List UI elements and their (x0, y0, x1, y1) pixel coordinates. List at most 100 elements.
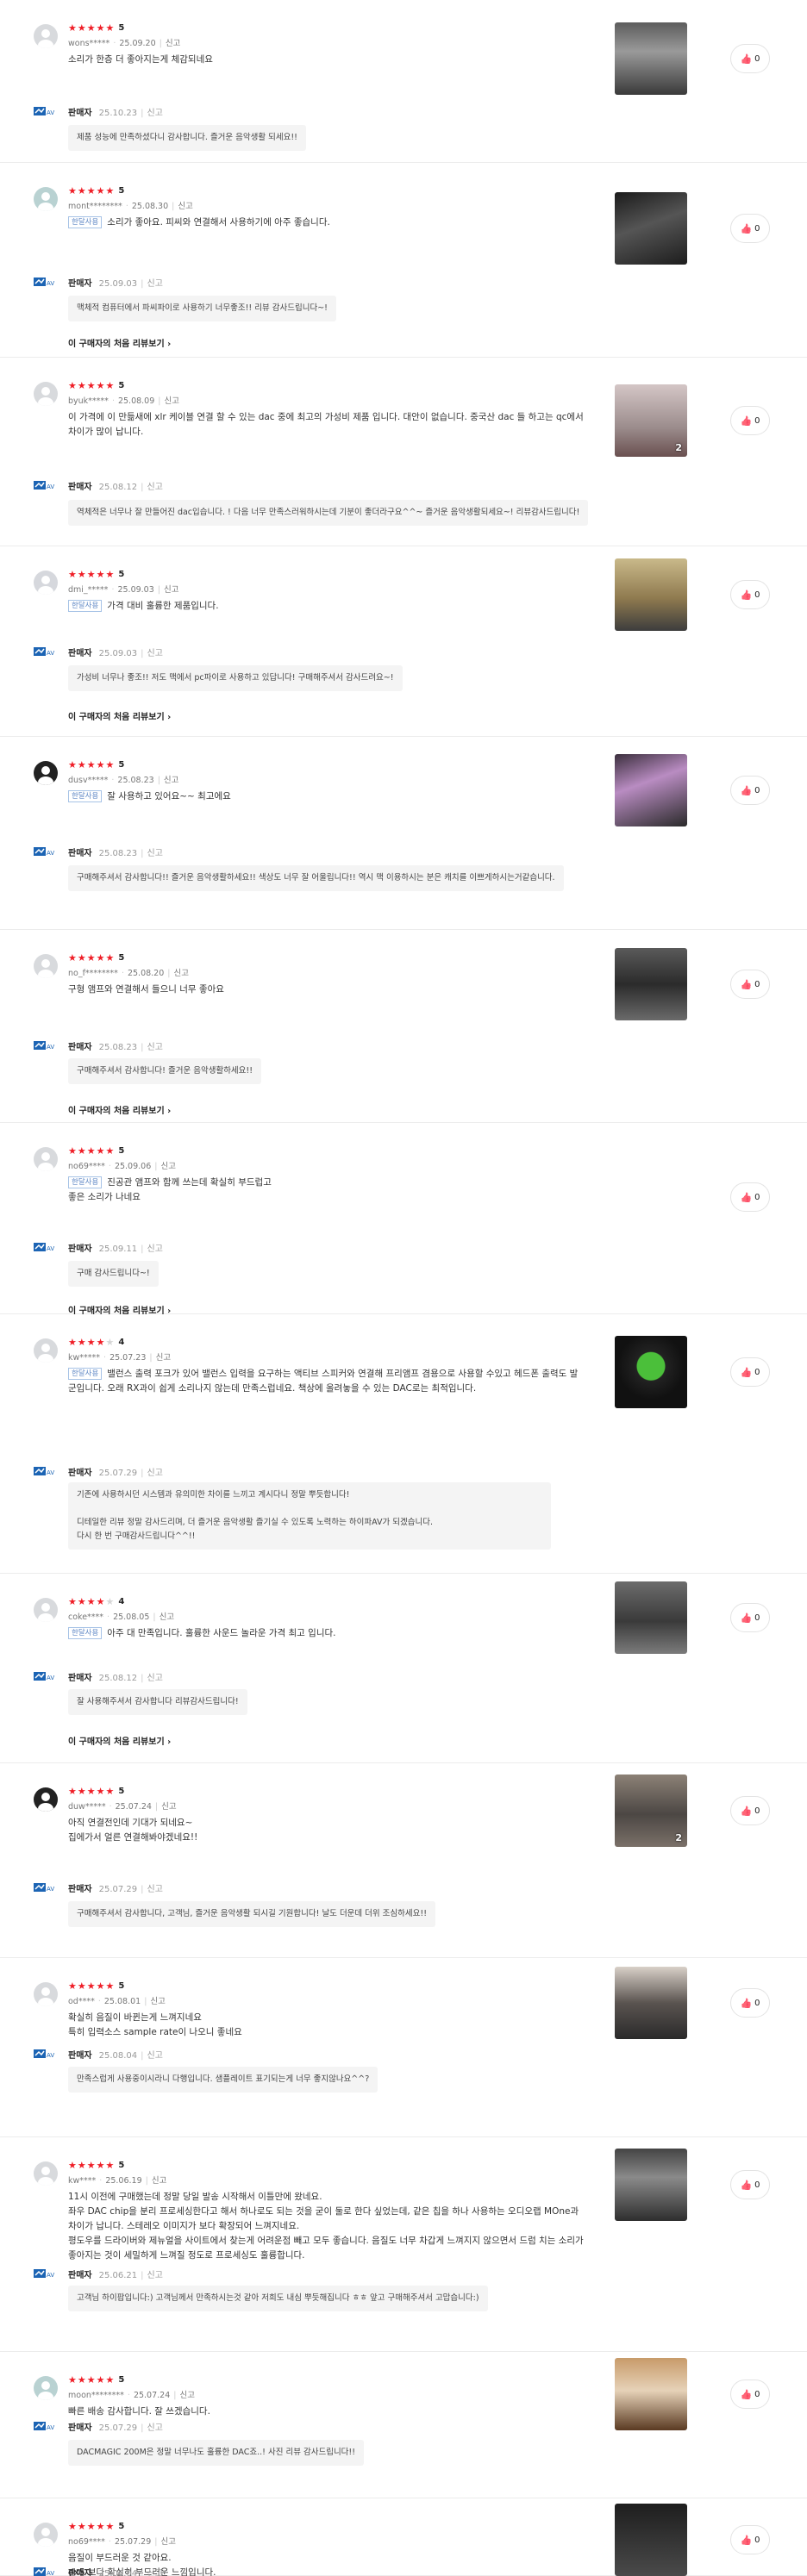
review-photo[interactable] (615, 754, 687, 826)
review-photo[interactable] (615, 22, 687, 95)
report-link[interactable]: 신고 (161, 1802, 176, 1812)
report-link[interactable]: 신고 (147, 2569, 163, 2576)
star-icon: ★ (77, 1980, 86, 1992)
report-link[interactable]: 신고 (179, 2391, 194, 2400)
report-link[interactable]: 신고 (164, 776, 178, 785)
report-link[interactable]: 신고 (147, 2423, 163, 2433)
review-photo[interactable] (615, 2358, 687, 2430)
star-icon: ★ (77, 380, 86, 391)
like-button[interactable]: 👍 0 (730, 2170, 770, 2199)
star-icon: ★ (77, 2160, 86, 2171)
report-link[interactable]: 신고 (147, 109, 163, 118)
first-review-link[interactable]: 이 구매자의 처음 리뷰보기 › (68, 709, 171, 722)
meta-divider: | (141, 649, 144, 658)
review-meta: kw**** · 25.06.19 | 신고 (68, 2174, 166, 2186)
report-link[interactable]: 신고 (173, 969, 188, 978)
star-icon: ★ (77, 952, 86, 964)
like-button[interactable]: 👍 0 (730, 1182, 770, 1212)
like-count: 0 (754, 223, 760, 234)
first-review-link[interactable]: 이 구매자의 처음 리뷰보기 › (68, 1734, 171, 1747)
review-body: 밸런스 출력 포크가 있어 밸런스 입력을 요구하는 액티브 스피커와 연결해 … (68, 1369, 579, 1394)
report-link[interactable]: 신고 (147, 483, 163, 492)
like-button[interactable]: 👍 0 (730, 1603, 770, 1632)
review-photo[interactable] (615, 2149, 687, 2221)
review-text: 한달사용 진공관 앰프와 함께 쓰는데 확실히 부드럽고 좋은 소리가 나네요 (68, 1176, 672, 1205)
report-link[interactable]: 신고 (147, 1674, 163, 1683)
like-button[interactable]: 👍 0 (730, 580, 770, 609)
meta-divider: · (99, 2176, 103, 2186)
review-date: 25.06.19 (105, 2176, 142, 2186)
seller-label: 판매자 (68, 109, 92, 118)
review-photo[interactable] (615, 1336, 687, 1408)
review-photo[interactable]: 2 (615, 384, 687, 457)
report-link[interactable]: 신고 (147, 849, 163, 858)
seller-logo-icon: AV (34, 2564, 59, 2576)
like-button[interactable]: 👍 0 (730, 970, 770, 999)
like-button[interactable]: 👍 0 (730, 776, 770, 805)
like-button[interactable]: 👍 0 (730, 1988, 770, 2018)
seller-reply-date: 25.08.04 (98, 2569, 138, 2576)
review-date: 25.08.23 (117, 776, 154, 785)
seller-reply-date: 25.07.29 (98, 2423, 138, 2433)
like-button[interactable]: 👍 0 (730, 2380, 770, 2409)
review-photo[interactable] (615, 192, 687, 265)
seller-reply: 만족스럽게 사용중이시라니 다행입니다. 샘플레이트 표기되는게 너무 좋지않나… (68, 2067, 378, 2093)
star-icon: ★ (68, 759, 77, 770)
star-icon: ★ (96, 1980, 105, 1992)
report-link[interactable]: 신고 (178, 202, 192, 211)
first-review-link[interactable]: 이 구매자의 처음 리뷰보기 › (68, 1103, 171, 1116)
report-link[interactable]: 신고 (160, 1162, 175, 1171)
meta-divider: · (113, 39, 116, 48)
seller-line: 판매자 25.08.23 | 신고 (68, 1039, 163, 1052)
report-link[interactable]: 신고 (147, 1244, 163, 1254)
like-button[interactable]: 👍 0 (730, 1357, 770, 1387)
like-button[interactable]: 👍 0 (730, 2525, 770, 2554)
reviewer-id: moon******** (68, 2391, 124, 2400)
report-link[interactable]: 신고 (164, 396, 178, 406)
review-photo[interactable] (615, 1581, 687, 1654)
seller-line: 판매자 25.07.29 | 신고 (68, 2420, 163, 2433)
meta-divider: | (141, 849, 144, 858)
reviewer-id: kw***** (68, 1353, 101, 1363)
report-link[interactable]: 신고 (152, 2176, 166, 2186)
review-body: 11시 이전에 구매했는데 정말 당일 발송 시작해서 이틀만에 왔네요. 좌우… (68, 2192, 584, 2261)
meta-divider: | (141, 1885, 144, 1894)
report-link[interactable]: 신고 (156, 1353, 171, 1363)
seller-logo-icon: AV (34, 1038, 59, 1053)
review-meta: duw***** · 25.07.24 | 신고 (68, 1799, 177, 1812)
seller-reply: 기존에 사용하시던 시스템과 유의미한 차이를 느끼고 계시다니 정말 뿌듯합니… (68, 1482, 551, 1550)
report-link[interactable]: 신고 (160, 1612, 174, 1622)
report-link[interactable]: 신고 (147, 2271, 163, 2280)
review-item: ★ ★ ★ ★ ★ 5 no69**** · 25.07.29 | 신고 음질이 부드러운 것 같아요… (0, 2498, 807, 2576)
meta-divider: | (167, 969, 171, 978)
seller-reply: 고객님 하이팝입니다:) 고객님께서 만족하시는것 같아 저희도 내심 뿌듯해집… (68, 2286, 488, 2311)
report-link[interactable]: 신고 (164, 585, 178, 595)
report-link[interactable]: 신고 (166, 39, 180, 48)
report-link[interactable]: 신고 (147, 279, 163, 289)
svg-text:AV: AV (47, 650, 54, 657)
thumbs-up-icon: 👍 (740, 978, 753, 990)
review-photo[interactable] (615, 1967, 687, 2039)
report-link[interactable]: 신고 (160, 2537, 175, 2547)
review-photo[interactable] (615, 558, 687, 631)
report-link[interactable]: 신고 (147, 1885, 163, 1894)
report-link[interactable]: 신고 (147, 1043, 163, 1052)
review-photo[interactable]: 2 (615, 1775, 687, 1847)
seller-reply-date: 25.06.21 (98, 2271, 138, 2280)
review-photo[interactable] (615, 2504, 687, 2576)
review-photo[interactable] (615, 948, 687, 1020)
first-review-link[interactable]: 이 구매자의 처음 리뷰보기 › (68, 336, 171, 349)
report-link[interactable]: 신고 (147, 2051, 163, 2061)
report-link[interactable]: 신고 (150, 1997, 165, 2006)
review-date: 25.08.20 (127, 969, 165, 978)
like-button[interactable]: 👍 0 (730, 214, 770, 243)
like-button[interactable]: 👍 0 (730, 1796, 770, 1825)
meta-divider: · (111, 585, 115, 595)
like-button[interactable]: 👍 0 (730, 406, 770, 435)
reviewer-id: no69**** (68, 1162, 105, 1171)
like-button[interactable]: 👍 0 (730, 44, 770, 73)
report-link[interactable]: 신고 (147, 1469, 163, 1478)
star-icon: ★ (105, 185, 115, 196)
report-link[interactable]: 신고 (147, 649, 163, 658)
seller-label: 판매자 (68, 849, 92, 858)
